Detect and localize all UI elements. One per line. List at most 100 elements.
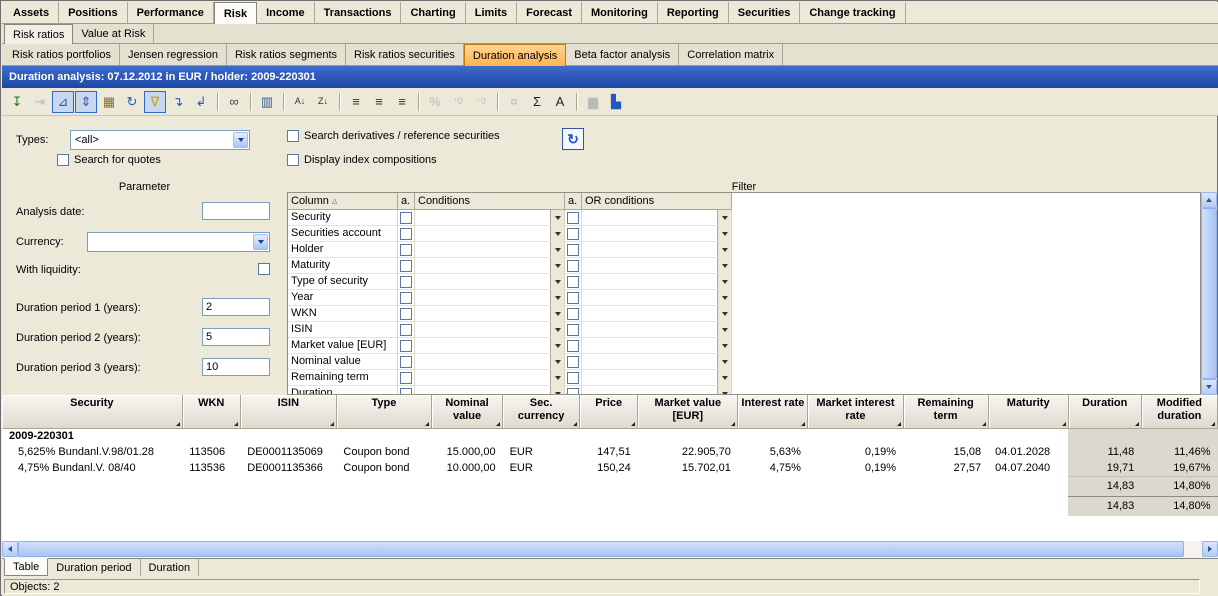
column-header-wkn[interactable]: WKN — [182, 395, 240, 428]
checkbox-icon[interactable] — [400, 356, 412, 368]
group-modified-duration-cell[interactable] — [1141, 428, 1217, 444]
filter-header-column[interactable]: Column△ — [288, 193, 398, 210]
scroll-right-button[interactable] — [1202, 541, 1218, 557]
chevron-down-icon[interactable] — [550, 258, 564, 273]
search-quotes-checkbox-row[interactable]: Search for quotes — [57, 154, 161, 166]
cell-isin[interactable]: DE0001135366 — [240, 460, 336, 476]
cell-sec-currency[interactable]: EUR — [503, 444, 580, 460]
tab-duration-period[interactable]: Duration period — [48, 559, 140, 576]
tab-income[interactable]: Income — [257, 2, 315, 23]
tab-duration[interactable]: Duration — [141, 559, 200, 576]
table-row[interactable]: 5,625% Bundanl.V.98/01.28113506DE0001135… — [2, 444, 1218, 460]
tab-performance[interactable]: Performance — [128, 2, 214, 23]
checkbox-icon[interactable] — [400, 228, 412, 240]
sort-ascending-icon[interactable]: A↓ — [289, 91, 311, 113]
tab-correlation-matrix[interactable]: Correlation matrix — [679, 44, 783, 65]
vertical-scroll-thumb[interactable] — [1201, 208, 1217, 379]
chevron-down-icon[interactable] — [550, 354, 564, 369]
group-row[interactable]: 2009-220301 — [2, 428, 1218, 444]
cell-nominal-value[interactable]: 10.000,00 — [432, 460, 503, 476]
chart-parameter-icon[interactable]: ⊿ — [52, 91, 74, 113]
tab-value-at-risk[interactable]: Value at Risk — [73, 24, 154, 43]
align-right-icon[interactable]: ≡ — [391, 91, 413, 113]
checkbox-icon[interactable] — [400, 212, 412, 224]
chevron-down-icon[interactable] — [550, 370, 564, 385]
chart-wizard-icon[interactable]: ▙ — [605, 91, 627, 113]
cell-nominal-value[interactable]: 15.000,00 — [432, 444, 503, 460]
checkbox-icon[interactable] — [567, 388, 579, 396]
tab-beta-factor-analysis[interactable]: Beta factor analysis — [566, 44, 679, 65]
tab-assets[interactable]: Assets — [4, 2, 59, 23]
tab-charting[interactable]: Charting — [401, 2, 465, 23]
chevron-down-icon[interactable] — [550, 386, 564, 395]
cell-modified-duration[interactable]: 19,67% — [1141, 460, 1217, 476]
column-header-remaining-term[interactable]: Remaining term — [903, 395, 988, 428]
chevron-down-icon[interactable] — [717, 338, 731, 353]
tab-securities[interactable]: Securities — [729, 2, 801, 23]
tab-table[interactable]: Table — [4, 558, 48, 576]
checkbox-icon[interactable] — [400, 276, 412, 288]
checkbox-icon[interactable] — [400, 260, 412, 272]
duration-period2-input[interactable] — [202, 328, 270, 346]
cell-interest-rate[interactable]: 5,63% — [738, 444, 808, 460]
cell-wkn[interactable]: 113536 — [182, 460, 240, 476]
cell-modified-duration[interactable]: 11,46% — [1141, 444, 1217, 460]
group-duration-cell[interactable] — [1068, 428, 1141, 444]
chevron-down-icon[interactable] — [233, 132, 248, 148]
chevron-down-icon[interactable] — [717, 242, 731, 257]
search-derivatives-checkbox-row[interactable]: Search derivatives / reference securitie… — [287, 130, 500, 142]
total-row[interactable]: 14,8314,80% — [2, 496, 1218, 516]
checkbox-icon[interactable] — [287, 130, 299, 142]
search-binoculars-icon[interactable]: ∞ — [223, 91, 245, 113]
apply-refresh-button[interactable]: ↻ — [562, 128, 584, 150]
chevron-down-icon[interactable] — [253, 234, 268, 250]
chevron-down-icon[interactable] — [717, 274, 731, 289]
chevron-down-icon[interactable] — [717, 210, 731, 225]
tab-jensen-regression[interactable]: Jensen regression — [120, 44, 227, 65]
currency-select[interactable] — [87, 232, 270, 252]
horizontal-scroll-thumb[interactable] — [18, 541, 1184, 557]
tab-risk-ratios-securities[interactable]: Risk ratios securities — [346, 44, 464, 65]
column-header-duration[interactable]: Duration — [1068, 395, 1141, 428]
roll-up-icon[interactable]: ↲ — [190, 91, 212, 113]
checkbox-icon[interactable] — [567, 308, 579, 320]
with-liquidity-checkbox[interactable] — [258, 263, 270, 275]
tab-risk[interactable]: Risk — [214, 2, 257, 24]
column-header-maturity[interactable]: Maturity — [988, 395, 1068, 428]
checkbox-icon[interactable] — [567, 244, 579, 256]
tab-risk-ratios-segments[interactable]: Risk ratios segments — [227, 44, 346, 65]
chevron-down-icon[interactable] — [550, 290, 564, 305]
display-index-checkbox-row[interactable]: Display index compositions — [287, 154, 437, 166]
column-header-price[interactable]: Price — [580, 395, 638, 428]
chevron-down-icon[interactable] — [717, 354, 731, 369]
cell-price[interactable]: 150,24 — [580, 460, 638, 476]
cell-market-interest-rate[interactable]: 0,19% — [808, 460, 903, 476]
cell-remaining-term[interactable]: 15,08 — [903, 444, 988, 460]
cell-type[interactable]: Coupon bond — [336, 444, 431, 460]
checkbox-icon[interactable] — [287, 154, 299, 166]
column-header-nominal-value[interactable]: Nominal value — [432, 395, 503, 428]
cell-maturity[interactable]: 04.07.2040 — [988, 460, 1068, 476]
cell-sec-currency[interactable]: EUR — [503, 460, 580, 476]
columns-icon[interactable]: ▥ — [256, 91, 278, 113]
chevron-down-icon[interactable] — [550, 306, 564, 321]
column-header-market-interest-rate[interactable]: Market interest rate — [808, 395, 903, 428]
column-header-isin[interactable]: ISIN — [240, 395, 336, 428]
chevron-down-icon[interactable] — [717, 306, 731, 321]
cell-remaining-term[interactable]: 27,57 — [903, 460, 988, 476]
checkbox-icon[interactable] — [567, 212, 579, 224]
cell-interest-rate[interactable]: 4,75% — [738, 460, 808, 476]
checkbox-icon[interactable] — [400, 372, 412, 384]
chevron-down-icon[interactable] — [550, 210, 564, 225]
checkbox-icon[interactable] — [400, 308, 412, 320]
column-header-security[interactable]: Security — [2, 395, 182, 428]
cell-security[interactable]: 5,625% Bundanl.V.98/01.28 — [2, 444, 182, 460]
duration-period3-input[interactable] — [202, 358, 270, 376]
checkbox-icon[interactable] — [567, 228, 579, 240]
tab-positions[interactable]: Positions — [59, 2, 128, 23]
chevron-down-icon[interactable] — [717, 290, 731, 305]
duration-period1-input[interactable] — [202, 298, 270, 316]
expand-rows-icon[interactable]: ⇕ — [75, 91, 97, 113]
tab-transactions[interactable]: Transactions — [315, 2, 402, 23]
cell-market-value-eur[interactable]: 15.702,01 — [638, 460, 738, 476]
